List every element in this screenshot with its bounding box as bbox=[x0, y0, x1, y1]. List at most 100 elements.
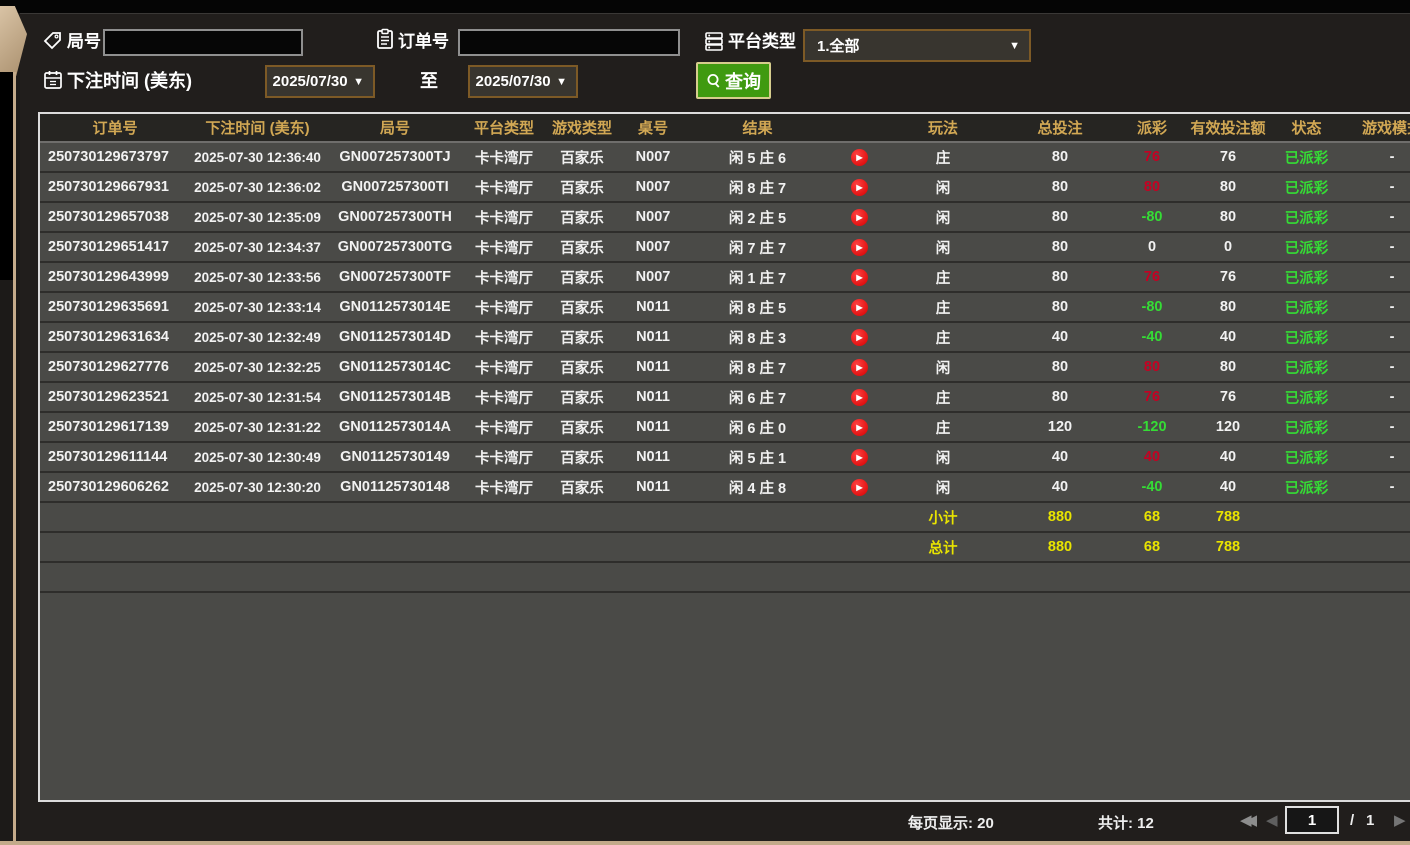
bet-time-cell: 2025-07-30 12:35:09 bbox=[194, 209, 321, 225]
status-cell: 已派彩 bbox=[1284, 420, 1329, 437]
game-mode-cell: - bbox=[1389, 449, 1395, 465]
play-video-icon[interactable]: ▶ bbox=[850, 178, 868, 196]
grand-total-row-label: 总计 bbox=[928, 540, 958, 557]
game-type-cell: 百家乐 bbox=[560, 390, 604, 407]
table-cell bbox=[465, 503, 543, 531]
play-video-icon[interactable]: ▶ bbox=[850, 298, 868, 316]
total-count-label: 共计: 12 bbox=[1098, 815, 1154, 832]
order-no-cell: 250730129611144 bbox=[48, 449, 168, 465]
play-video-icon[interactable]: ▶ bbox=[850, 448, 868, 466]
order-no-label: 订单号 bbox=[398, 32, 449, 51]
play-video-icon[interactable]: ▶ bbox=[850, 148, 868, 166]
chevron-down-icon: ▼ bbox=[353, 75, 364, 88]
game-type-cell: 百家乐 bbox=[560, 450, 604, 467]
prev-page-icon[interactable]: ◀ bbox=[1266, 811, 1278, 829]
table-cell bbox=[325, 503, 465, 531]
play-cell: ▶ bbox=[830, 383, 888, 411]
play-cell: ▶ bbox=[830, 143, 888, 171]
table-no-cell: N011 bbox=[636, 299, 670, 315]
valid-bet-cell: 80 bbox=[1219, 209, 1237, 225]
status-cell: 已派彩 bbox=[1284, 480, 1329, 497]
column-header: 状态 bbox=[1291, 120, 1322, 137]
play-video-icon[interactable]: ▶ bbox=[850, 328, 868, 346]
table-cell bbox=[830, 533, 888, 561]
status-cell: 已派彩 bbox=[1284, 300, 1329, 317]
records-table: 订单号 下注时间 (美东) 局号 平台类型 游戏类型 桌号 结果 玩法 总投注 派彩 有效投注额 状态… bbox=[38, 112, 1410, 802]
game-type-cell: 百家乐 bbox=[560, 300, 604, 317]
table-row: 250730129606262 2025-07-30 12:30:20 GN0112… bbox=[40, 473, 1410, 503]
column-header: 游戏类型 bbox=[551, 120, 612, 137]
order-no-cell: 250730129627776 bbox=[48, 359, 169, 375]
table-row: 250730129651417 2025-07-30 12:34:37 GN0072… bbox=[40, 233, 1410, 263]
payout-cell: 76 bbox=[1143, 389, 1161, 405]
top-strip bbox=[0, 0, 1410, 13]
play-cell: ▶ bbox=[830, 173, 888, 201]
game-mode-cell: - bbox=[1389, 269, 1395, 285]
search-button[interactable]: 查询 bbox=[696, 62, 771, 99]
game-no-cell: GN0112573014D bbox=[338, 329, 452, 345]
total-bet-cell: 80 bbox=[1051, 359, 1069, 375]
bet-time-label: 下注时间 (美东) bbox=[67, 71, 192, 91]
table-no-cell: N007 bbox=[635, 209, 671, 225]
payout-cell: 76 bbox=[1143, 269, 1161, 285]
platform-type-label: 平台类型 bbox=[728, 32, 796, 51]
next-page-icon[interactable]: ▶ bbox=[1394, 811, 1406, 829]
game-type-cell: 百家乐 bbox=[560, 270, 604, 287]
platform-select[interactable]: 1.全部 ▼ bbox=[803, 29, 1031, 62]
play-video-icon[interactable]: ▶ bbox=[850, 478, 868, 496]
payout-cell: 80 bbox=[1143, 359, 1161, 375]
platform-cell: 卡卡湾厅 bbox=[475, 210, 533, 227]
game-no-input[interactable] bbox=[103, 29, 303, 56]
game-no-cell: GN01125730149 bbox=[340, 449, 450, 465]
total-bet-cell: 80 bbox=[1051, 389, 1069, 405]
game-no-cell: GN0112573014B bbox=[338, 389, 452, 405]
order-no-cell: 250730129657038 bbox=[48, 209, 169, 225]
order-no-input[interactable] bbox=[458, 29, 680, 56]
play-video-icon[interactable]: ▶ bbox=[850, 238, 868, 256]
first-page-icon[interactable]: ◀◀ bbox=[1240, 811, 1257, 829]
column-header: 玩法 bbox=[927, 120, 958, 137]
total-bet-cell: 80 bbox=[1051, 299, 1069, 315]
play-cell: ▶ bbox=[830, 233, 888, 261]
bet-time-cell: 2025-07-30 12:36:40 bbox=[194, 149, 321, 165]
subtotal-row-total-bet: 880 bbox=[1047, 509, 1073, 525]
table-no-cell: N011 bbox=[636, 479, 670, 495]
table-cell bbox=[543, 503, 621, 531]
table-no-cell: N007 bbox=[635, 149, 671, 165]
result-cell: 闲 7 庄 7 bbox=[728, 240, 787, 257]
play-cell: ▶ bbox=[830, 293, 888, 321]
order-no-cell: 250730129643999 bbox=[48, 269, 169, 285]
bet-on-cell: 闲 bbox=[935, 480, 951, 497]
page-number-input[interactable] bbox=[1285, 806, 1339, 834]
play-video-icon[interactable]: ▶ bbox=[850, 358, 868, 376]
play-video-icon[interactable]: ▶ bbox=[850, 388, 868, 406]
valid-bet-cell: 40 bbox=[1219, 479, 1237, 495]
column-header: 总投注 bbox=[1037, 120, 1083, 137]
date-range-to-label: 至 bbox=[420, 71, 438, 91]
magnifier-icon bbox=[707, 73, 720, 88]
play-cell: ▶ bbox=[830, 443, 888, 471]
table-row: 250730129635691 2025-07-30 12:33:14 GN0112… bbox=[40, 293, 1410, 323]
table-row: 250730129627776 2025-07-30 12:32:25 GN0112… bbox=[40, 353, 1410, 383]
bet-on-cell: 闲 bbox=[935, 240, 951, 257]
play-video-icon[interactable]: ▶ bbox=[850, 418, 868, 436]
platform-cell: 卡卡湾厅 bbox=[475, 270, 533, 287]
grand-total-row-valid-bet: 788 bbox=[1215, 539, 1241, 555]
result-cell: 闲 8 庄 5 bbox=[728, 300, 787, 317]
valid-bet-cell: 40 bbox=[1219, 449, 1237, 465]
play-video-icon[interactable]: ▶ bbox=[850, 208, 868, 226]
game-mode-cell: - bbox=[1389, 359, 1395, 375]
platform-cell: 卡卡湾厅 bbox=[475, 450, 533, 467]
play-video-icon[interactable]: ▶ bbox=[850, 268, 868, 286]
game-no-cell: GN0112573014E bbox=[339, 299, 451, 315]
date-to-select[interactable]: 2025/07/30 ▼ bbox=[468, 65, 578, 98]
column-header: 派彩 bbox=[1136, 120, 1167, 137]
platform-cell: 卡卡湾厅 bbox=[475, 420, 533, 437]
game-type-cell: 百家乐 bbox=[560, 180, 604, 197]
game-mode-cell: - bbox=[1389, 209, 1395, 225]
date-from-select[interactable]: 2025/07/30 ▼ bbox=[265, 65, 375, 98]
bet-time-cell: 2025-07-30 12:34:37 bbox=[194, 239, 321, 255]
game-no-cell: GN01125730148 bbox=[340, 479, 450, 495]
bet-time-cell: 2025-07-30 12:33:56 bbox=[194, 269, 321, 285]
result-cell: 闲 4 庄 8 bbox=[728, 480, 787, 497]
